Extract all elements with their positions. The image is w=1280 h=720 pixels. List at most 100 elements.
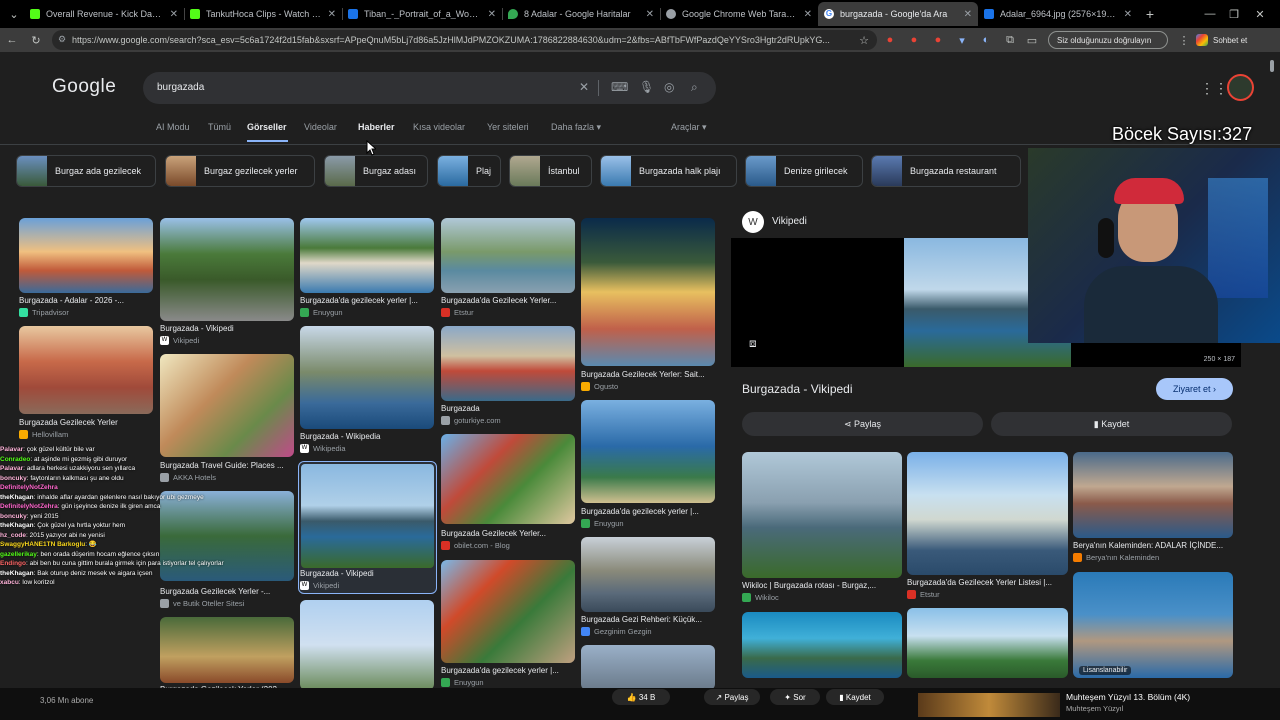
extension-icon[interactable]: ● <box>880 28 900 52</box>
tab-all[interactable]: Tümü <box>208 122 231 132</box>
tab-web[interactable]: Yer siteleri <box>487 122 529 132</box>
result-caption[interactable]: Burgazada - Vikipedi <box>300 569 436 578</box>
result-caption[interactable]: Burgazada - Vikipedi <box>160 324 296 333</box>
share-button[interactable]: ⋖ Paylaş <box>742 412 983 436</box>
chip-burgaz-ada-gezilecek[interactable]: Burgaz ada gezilecek <box>16 155 156 187</box>
ask-button[interactable]: ✦ Sor <box>770 689 820 705</box>
result-caption[interactable]: Burgazada Gezilecek Yerler <box>19 418 155 427</box>
microphone-icon[interactable]: 🎙 <box>639 80 654 94</box>
tab-image[interactable]: Adalar_6964.jpg (2576×1932) ✕ <box>978 2 1138 26</box>
search-box[interactable]: burgazada ✕ ⌨ 🎙 ◎ ⌕ <box>143 72 716 104</box>
result-caption[interactable]: Burgazada Gezi Rehberi: Küçük... <box>581 615 717 624</box>
minimize-icon[interactable]: — <box>1200 2 1220 26</box>
lens-icon[interactable]: ◎ <box>664 80 674 94</box>
result-image[interactable] <box>441 326 575 401</box>
close-icon[interactable]: ✕ <box>170 9 178 20</box>
related-caption[interactable]: Burgazada'da Gezilecek Yerler Listesi |.… <box>907 578 1067 587</box>
site-info-icon[interactable]: ⚙ <box>58 34 66 45</box>
result-source[interactable]: Gezginim Gezgin <box>581 627 717 636</box>
related-source[interactable]: Wikiloc <box>742 593 878 602</box>
result-image[interactable] <box>441 434 575 524</box>
menu-dots-icon[interactable]: ⋮ <box>1174 28 1194 52</box>
result-source[interactable]: obilet.com - Blog <box>441 541 577 550</box>
extension-icon[interactable]: ● <box>928 28 948 52</box>
save-button[interactable]: ▮ Kaydet <box>826 689 884 705</box>
related-image[interactable]: Lisanslanabilir <box>1073 572 1233 678</box>
related-image[interactable] <box>742 612 902 678</box>
tab-videos[interactable]: Videolar <box>304 122 337 132</box>
result-image[interactable] <box>581 400 715 503</box>
result-image[interactable] <box>441 218 575 293</box>
result-image[interactable] <box>300 218 434 293</box>
new-tab-icon[interactable]: + <box>1140 2 1160 26</box>
result-caption[interactable]: Burgazada'da gezilecek yerler |... <box>581 507 717 516</box>
save-button[interactable]: ▮ Kaydet <box>991 412 1232 436</box>
result-image[interactable] <box>160 354 294 457</box>
panel-title[interactable]: Burgazada - Vikipedi <box>742 382 853 396</box>
result-image[interactable] <box>19 218 153 293</box>
related-caption[interactable]: Wikiloc | Burgazada rotası - Burgaz,... <box>742 581 902 590</box>
close-icon[interactable]: ✕ <box>964 9 972 20</box>
chip-restaurant[interactable]: Burgazada restaurant <box>871 155 1021 187</box>
tab-news[interactable]: Haberler <box>358 122 395 132</box>
like-button[interactable]: 👍 34 B <box>612 689 670 705</box>
chip-halk-plaji[interactable]: Burgazada halk plajı <box>600 155 737 187</box>
tab-google-search[interactable]: G burgazada - Google'da Ara ✕ <box>818 2 978 26</box>
tab-search-icon[interactable]: ▭ <box>1022 28 1042 52</box>
result-caption[interactable]: Burgazada - Wikipedia <box>300 432 436 441</box>
related-image[interactable] <box>1073 452 1233 538</box>
result-caption[interactable]: Burgazada'da gezilecek yerler |... <box>441 666 577 675</box>
extensions-puzzle-icon[interactable]: ⧉ <box>1000 28 1020 52</box>
video-channel[interactable]: Muhteşem Yüzyıl <box>1066 704 1123 713</box>
bookmark-star-icon[interactable]: ☆ <box>854 28 874 52</box>
result-image[interactable] <box>300 600 434 690</box>
tab-ai-mode[interactable]: AI Modu <box>156 122 190 132</box>
result-source[interactable]: Enuygun <box>581 519 717 528</box>
tab-portrait[interactable]: Tiban_-_Portrait_of_a_Woman_(L... ✕ <box>342 2 502 26</box>
tab-chrome[interactable]: Google Chrome Web Tarayıcısı ✕ <box>660 2 818 26</box>
result-source[interactable]: Enuygun <box>441 678 577 687</box>
close-icon[interactable]: ✕ <box>646 9 654 20</box>
tab-search-icon[interactable]: ⌄ <box>4 2 24 26</box>
chip-plaj[interactable]: Plaj <box>437 155 501 187</box>
result-caption[interactable]: Burgazada <box>441 404 577 413</box>
window-close-icon[interactable]: ✕ <box>1250 2 1270 26</box>
result-source[interactable]: W Vikipedi <box>160 336 296 345</box>
result-caption[interactable]: Burgazada'da Gezilecek Yerler... <box>441 296 577 305</box>
extension-icon[interactable]: ▾ <box>952 28 972 52</box>
extension-icon[interactable]: ● <box>904 28 924 52</box>
related-image[interactable] <box>907 452 1068 575</box>
close-icon[interactable]: ✕ <box>328 9 336 20</box>
result-caption[interactable]: Burgazada - Adalar - 2026 -... <box>19 296 155 305</box>
panel-site-name[interactable]: Vikipedi <box>772 216 807 227</box>
back-icon[interactable]: ← <box>2 28 22 52</box>
result-image[interactable] <box>300 326 434 429</box>
result-caption[interactable]: Burgazada Gezilecek Yerler: Sait... <box>581 370 717 379</box>
gemini-chat-button[interactable]: Sohbet et <box>1196 31 1276 49</box>
result-image[interactable] <box>441 560 575 663</box>
result-source[interactable]: goturkiye.com <box>441 416 577 425</box>
tab-images[interactable]: Görseller <box>247 122 287 132</box>
result-source[interactable]: Etstur <box>441 308 577 317</box>
video-thumbnail[interactable] <box>918 693 1060 717</box>
result-image[interactable] <box>19 326 153 414</box>
related-caption[interactable]: Berya'nın Kaleminden: ADALAR İÇİNDE... <box>1073 541 1233 550</box>
related-image[interactable] <box>907 608 1068 678</box>
chip-istanbul[interactable]: İstanbul <box>509 155 592 187</box>
result-caption[interactable]: Burgazada Gezilecek Yerler... <box>441 529 577 538</box>
related-source[interactable]: Berya'nın Kaleminden <box>1073 553 1209 562</box>
visit-button[interactable]: Ziyaret et › <box>1156 378 1233 400</box>
google-logo[interactable]: Google <box>52 76 116 98</box>
reload-icon[interactable]: ↻ <box>26 28 46 52</box>
close-icon[interactable]: ✕ <box>804 9 812 20</box>
close-icon[interactable]: ✕ <box>1124 9 1132 20</box>
verify-identity-button[interactable]: Siz olduğunuzu doğrulayın <box>1048 31 1168 49</box>
result-source[interactable]: W Vikipedi <box>300 581 436 590</box>
result-source[interactable]: W Wikipedia <box>300 444 436 453</box>
apps-grid-icon[interactable]: ⋮⋮ <box>1200 80 1228 97</box>
extension-icon[interactable]: ◐ <box>976 28 996 52</box>
result-image[interactable] <box>581 218 715 366</box>
restore-icon[interactable]: ❐ <box>1224 2 1244 26</box>
lens-search-icon[interactable]: ⧈ <box>749 336 757 351</box>
tab-google-maps[interactable]: 8 Adalar - Google Haritalar ✕ <box>502 2 660 26</box>
